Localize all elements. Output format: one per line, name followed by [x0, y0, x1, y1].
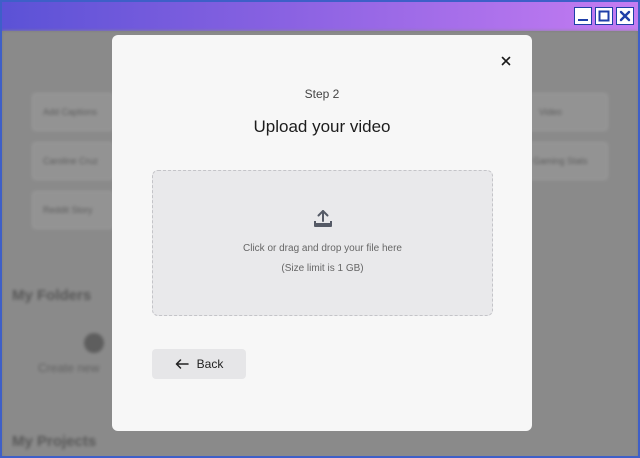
dropzone-size-limit: (Size limit is 1 GB) — [281, 263, 364, 274]
bg-create-new-caption: Create new — [38, 361, 100, 375]
minimize-icon — [578, 19, 588, 21]
bg-create-new-icon — [84, 333, 104, 353]
bg-card-caroline-cruz: Caroline Cruz — [32, 142, 114, 180]
back-button[interactable]: Back — [152, 349, 246, 379]
bg-folders-heading: My Folders — [12, 287, 92, 304]
bg-projects-heading: My Projects — [12, 433, 97, 450]
window-controls — [574, 7, 634, 25]
bg-card-gaming-stats: Gaming Stats — [524, 142, 608, 180]
minimize-button[interactable] — [574, 7, 592, 25]
file-dropzone[interactable]: Click or drag and drop your file here (S… — [152, 170, 493, 316]
back-button-label: Back — [196, 357, 224, 371]
step-label: Step 2 — [304, 87, 340, 101]
app-window: Add Captions Caroline Cruz Reddit Story … — [0, 0, 640, 458]
maximize-button[interactable] — [595, 7, 613, 25]
close-icon — [501, 56, 511, 66]
bg-card-video: Video — [524, 93, 608, 131]
dropzone-instructions: Click or drag and drop your file here — [243, 243, 402, 254]
close-button[interactable] — [498, 53, 514, 69]
bg-card-add-captions: Add Captions — [32, 93, 114, 131]
upload-modal: Step 2 Upload your video Click or drag a… — [112, 35, 532, 431]
bg-card-reddit-story: Reddit Story — [32, 191, 114, 229]
window-close-button[interactable] — [616, 7, 634, 25]
window-close-icon — [619, 10, 631, 22]
modal-title: Upload your video — [253, 117, 391, 136]
arrow-left-icon — [175, 359, 189, 369]
upload-icon — [314, 210, 332, 227]
title-bar — [2, 2, 638, 31]
maximize-icon — [598, 10, 610, 22]
